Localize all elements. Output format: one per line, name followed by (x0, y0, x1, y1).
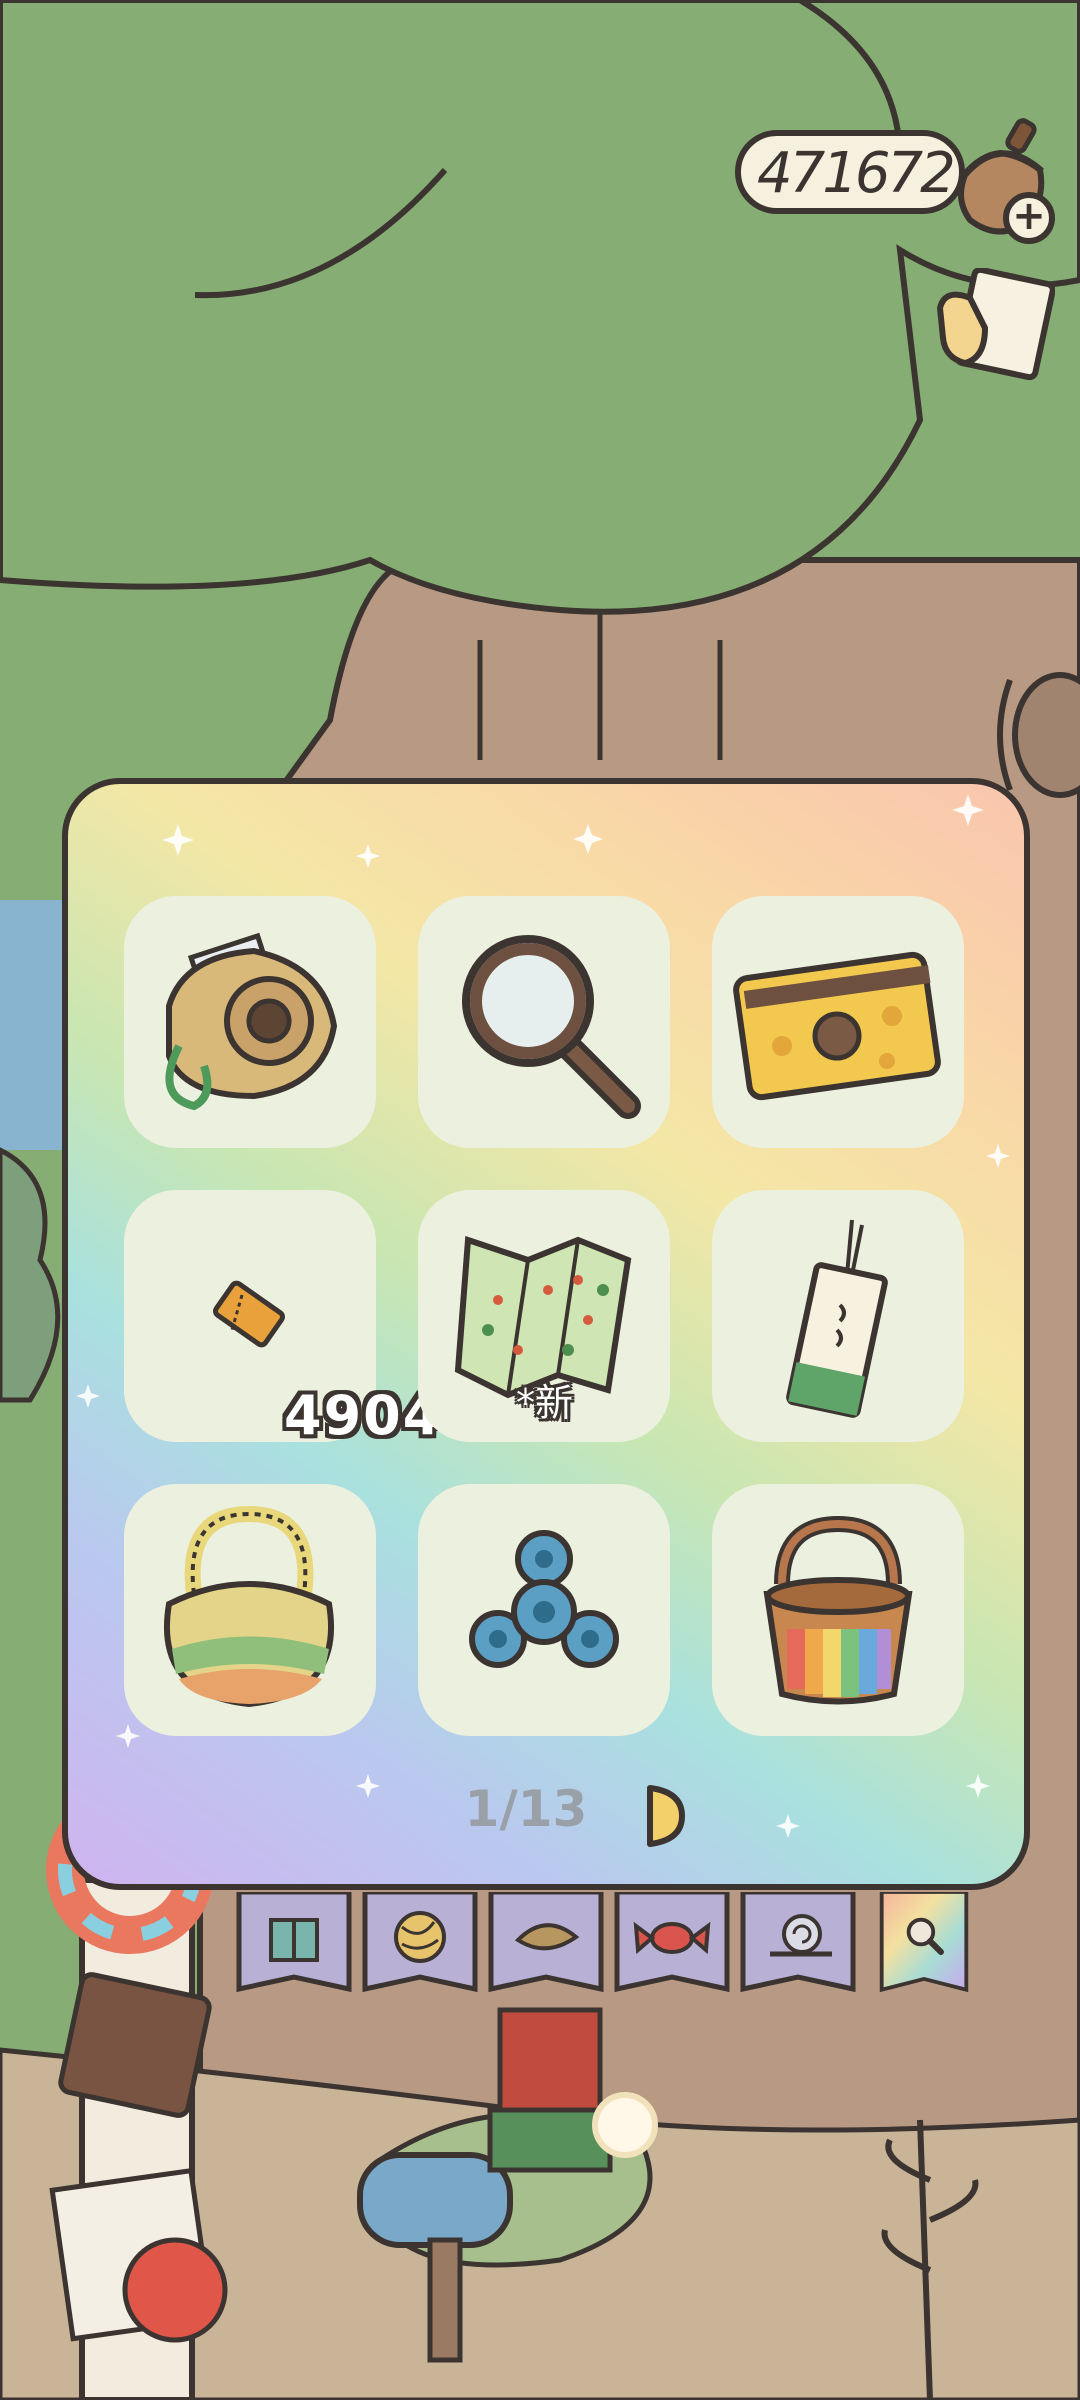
currency-value: 471672 (757, 141, 956, 206)
snail-icon (740, 1889, 856, 1993)
rainbow-bucket-icon (763, 1515, 913, 1705)
magnifying-glass-icon (462, 935, 641, 1119)
new-item-tag: *新 (516, 1381, 574, 1425)
item-slot-camera[interactable] (124, 896, 376, 1148)
tab-gifts[interactable] (236, 1889, 352, 1993)
rainbow-fur-bag-icon (163, 1505, 335, 1708)
acorn-balance: 471672 (735, 130, 965, 214)
hand-note-icon[interactable] (935, 268, 1055, 388)
page-indicator: 1/13 (464, 1780, 588, 1838)
item-slot-fur-bag[interactable] (124, 1484, 376, 1736)
magnifier-icon (879, 1890, 969, 1993)
item-slot-acorn-card[interactable] (712, 896, 964, 1148)
tab-leaves[interactable] (488, 1889, 604, 1993)
item-slot-magnifying-glass[interactable] (418, 896, 670, 1148)
item-slot-fidget-spinner[interactable] (418, 1484, 670, 1736)
fidget-spinner-icon (469, 1530, 619, 1668)
inventory-panel: 4904 *新 1/13 (62, 778, 1030, 1890)
add-currency-button[interactable]: + (1003, 192, 1055, 244)
item-slot-rainbow-bucket[interactable] (712, 1484, 964, 1736)
tab-tools-selected[interactable] (866, 1890, 982, 2022)
yarn-ball-icon (362, 1889, 478, 1993)
bookmark-charm-icon (786, 1219, 888, 1418)
next-page-button[interactable] (642, 1782, 688, 1850)
leaf-icon (488, 1889, 604, 1993)
tab-candy[interactable] (614, 1889, 730, 1993)
candy-icon (614, 1889, 730, 1993)
gift-icon (236, 1889, 352, 1993)
item-slot-bookmark-charm[interactable] (712, 1190, 964, 1442)
tab-snail[interactable] (740, 1889, 856, 1993)
camera-icon (165, 932, 338, 1111)
acorn-card-icon (733, 951, 941, 1101)
tab-yarn[interactable] (362, 1889, 478, 1993)
